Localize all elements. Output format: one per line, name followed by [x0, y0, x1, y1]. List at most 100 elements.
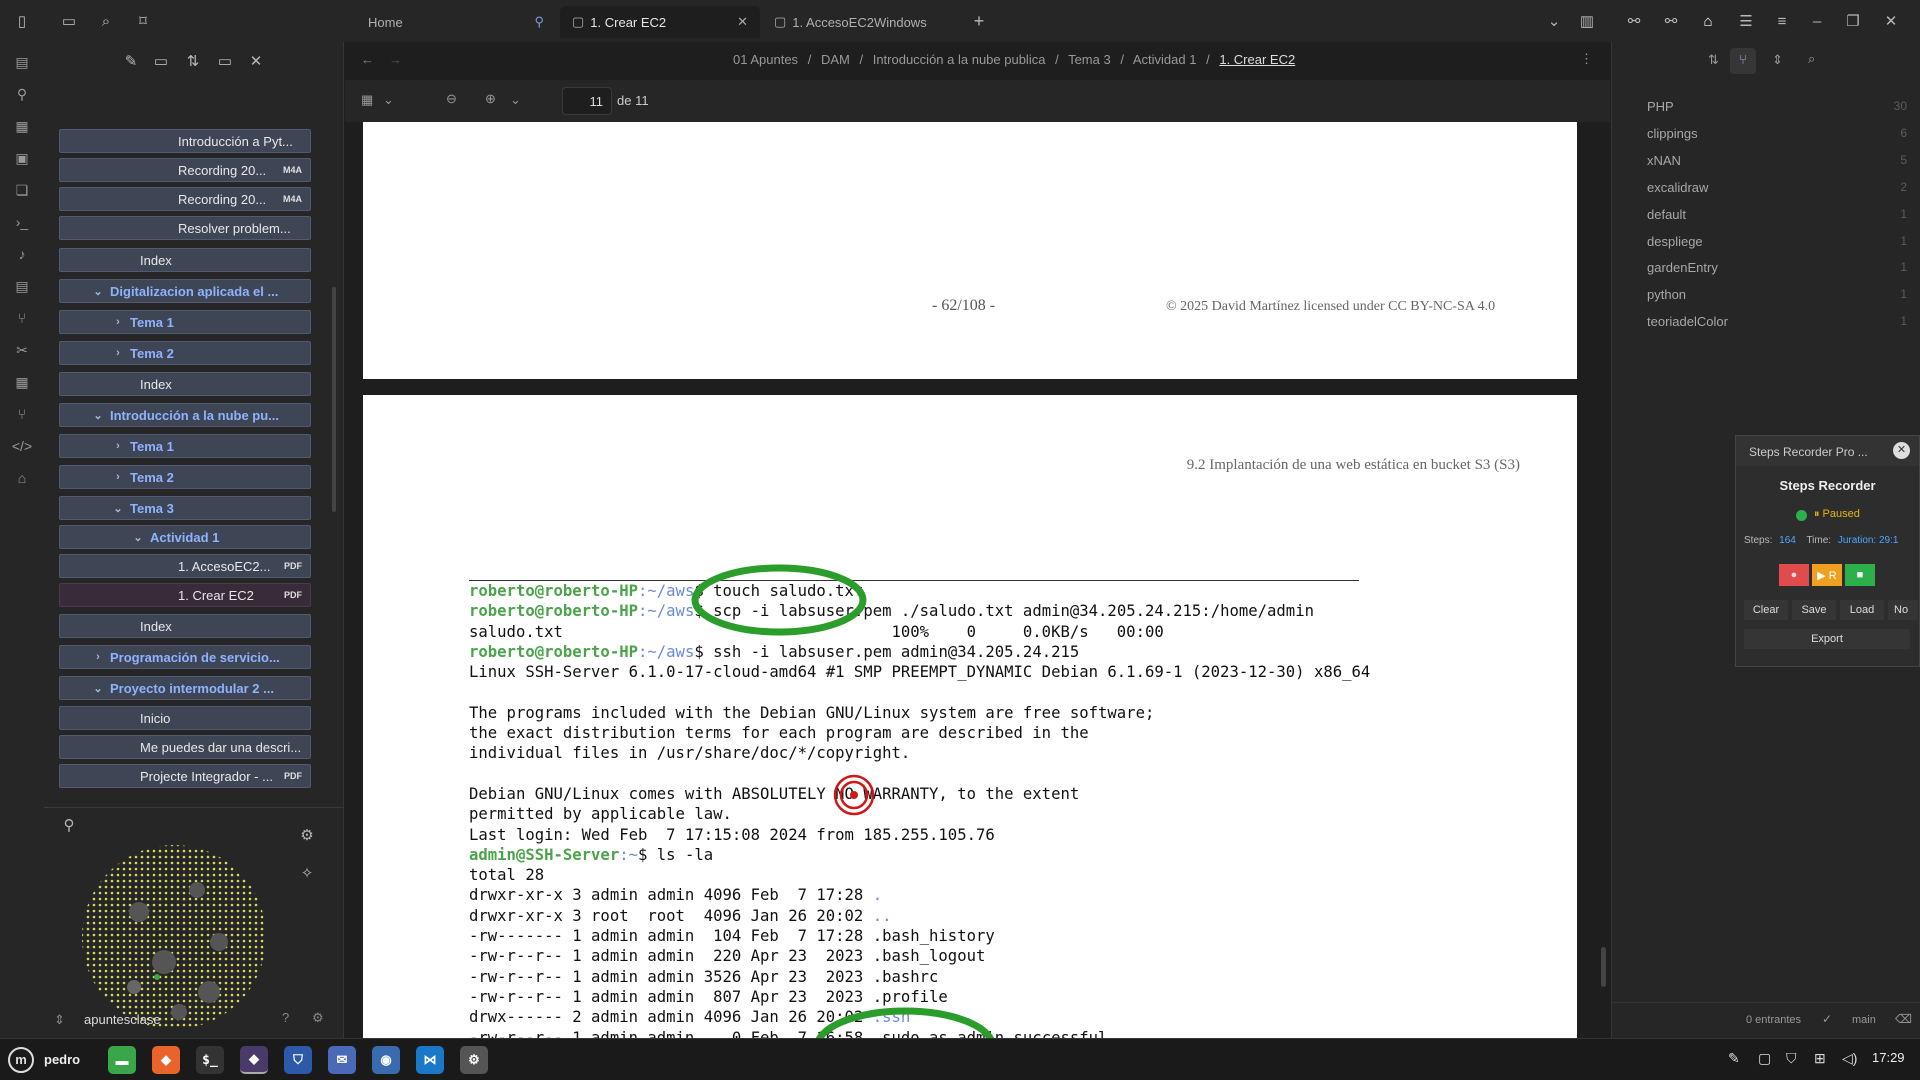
stop-button[interactable]: ■ [1845, 564, 1875, 586]
clock[interactable]: 17:29 [1872, 1050, 1905, 1065]
settings-icon[interactable]: ⚙ [312, 1010, 324, 1026]
table-icon[interactable]: ▦ [11, 371, 33, 393]
volume-icon[interactable]: ◁) [1842, 1050, 1857, 1067]
tag-item[interactable]: default 1 [1647, 207, 1907, 229]
folder-item[interactable]: › Tema 1 [59, 310, 311, 334]
scrollbar[interactable] [1601, 947, 1606, 987]
folder-item[interactable]: ⌄ Tema 3 [59, 496, 311, 520]
zoom-out-icon[interactable]: ⊖ [446, 91, 457, 107]
list-item[interactable]: Index [59, 614, 311, 638]
screenshot-app-icon[interactable]: ◉ [372, 1046, 400, 1074]
tab-acceso-ec2[interactable]: ▢ 1. AccesoEC2Windows [762, 6, 962, 38]
list-item[interactable]: Recording 20... M4A [59, 158, 311, 182]
mail-app-icon[interactable]: ✉ [328, 1046, 356, 1074]
tag-item[interactable]: teoriadelColor 1 [1647, 314, 1907, 336]
folder-item[interactable]: ⌄ Actividad 1 [59, 525, 311, 549]
clear-button[interactable]: Clear [1744, 600, 1788, 620]
pin-icon[interactable]: ⚲ [534, 14, 544, 30]
chevron-down-icon[interactable]: ⌄ [1543, 10, 1565, 32]
microphone-icon[interactable]: ♪ [11, 243, 33, 265]
files-icon[interactable]: ▤ [11, 51, 33, 73]
minimize-icon[interactable]: – [1806, 10, 1828, 32]
clipboard-icon[interactable]: ▢ [1758, 1050, 1771, 1067]
thumbnails-icon[interactable]: ▦ [361, 92, 373, 108]
brave-browser-icon[interactable]: ◆ [152, 1046, 180, 1074]
folder-item[interactable]: ⌄ Introducción a la nube pu... [59, 403, 311, 427]
maximize-icon[interactable]: ❐ [1842, 10, 1864, 32]
tag-item[interactable]: excalidraw 2 [1647, 180, 1907, 202]
breadcrumb-item[interactable]: DAM [821, 52, 850, 67]
new-note-icon[interactable]: ✎ [120, 50, 142, 72]
chevron-down-icon[interactable]: ⌄ [510, 92, 521, 108]
sort-icon[interactable]: ⇅ [182, 50, 204, 72]
graph-icon[interactable]: ⚲ [11, 83, 33, 105]
sidebar-toggle-icon[interactable]: ▯ [11, 10, 33, 32]
home-icon[interactable]: ⌂ [11, 467, 33, 489]
magic-wand-icon[interactable]: ✧ [296, 862, 318, 884]
back-arrow-icon[interactable]: ← [361, 52, 374, 67]
terminal-app-icon[interactable]: $_ [196, 1046, 224, 1074]
tab-crear-ec2[interactable]: ▢ 1. Crear EC2 ✕ [560, 6, 760, 38]
close-icon[interactable]: ✕ [1893, 442, 1910, 459]
breadcrumb-current[interactable]: 1. Crear EC2 [1219, 52, 1295, 67]
tag-item[interactable]: python 1 [1647, 287, 1907, 309]
tag-item[interactable]: PHP 30 [1647, 99, 1907, 121]
layout-icon[interactable]: ▤ [11, 275, 33, 297]
copy-icon[interactable]: ❏ [11, 179, 33, 201]
pen-icon[interactable]: ✎ [1728, 1050, 1740, 1067]
settings-icon[interactable]: ⚙ [296, 824, 318, 846]
list-item[interactable]: 1. AccesoEC2... PDF [59, 554, 311, 578]
git-branch[interactable]: main [1852, 1014, 1876, 1026]
tag-item[interactable]: xNAN 5 [1647, 153, 1907, 175]
folder-item[interactable]: ⌄ Proyecto intermodular 2 ... [59, 676, 311, 700]
expand-icon[interactable]: ⇕ [1772, 52, 1783, 68]
breadcrumb-item[interactable]: Tema 3 [1068, 52, 1111, 67]
new-tab-button[interactable]: + [968, 10, 990, 32]
split-view-icon[interactable]: ▥ [1576, 10, 1598, 32]
close-icon[interactable]: ✕ [737, 14, 748, 30]
new-folder-icon[interactable]: ▭ [150, 50, 172, 72]
outline-icon[interactable]: ≡ [1771, 10, 1793, 32]
tag-icon[interactable]: ⌂ [1697, 10, 1719, 32]
list-item[interactable]: Projecte Integrador - ... PDF [59, 764, 311, 788]
list-item[interactable]: Index [59, 372, 311, 396]
chevron-down-icon[interactable]: ⌄ [383, 92, 394, 108]
save-button[interactable]: Save [1792, 600, 1836, 620]
trash-icon[interactable]: ⌫ [1895, 1012, 1912, 1026]
close-icon[interactable]: ✕ [245, 50, 267, 72]
tools-icon[interactable]: ✂ [11, 339, 33, 361]
export-button[interactable]: Export [1744, 629, 1910, 649]
folder-item[interactable]: ⌄ Digitalizacion aplicada el ... [59, 279, 311, 303]
scrollbar[interactable] [332, 287, 336, 512]
zoom-in-icon[interactable]: ⊕ [485, 91, 496, 107]
forward-arrow-icon[interactable]: → [389, 52, 402, 67]
tree-view-icon[interactable]: ⑂ [1730, 48, 1756, 74]
breadcrumb-item[interactable]: Actividad 1 [1133, 52, 1197, 67]
list-item[interactable]: Me puedes dar una descri... [59, 735, 311, 759]
calendar-icon[interactable]: ▣ [11, 147, 33, 169]
folder-item[interactable]: › Tema 2 [59, 465, 311, 489]
record-button[interactable]: ● [1779, 564, 1809, 586]
no-button[interactable]: No [1888, 600, 1918, 620]
network-icon[interactable]: ⊞ [1814, 1050, 1826, 1067]
git-icon[interactable]: ⑂ [11, 307, 33, 329]
more-options-icon[interactable]: ⋮ [1580, 51, 1593, 67]
load-button[interactable]: Load [1840, 600, 1884, 620]
breadcrumb-item[interactable]: 01 Apuntes [733, 52, 798, 67]
tag-item[interactable]: gardenEntry 1 [1647, 260, 1907, 282]
grid-icon[interactable]: ▦ [11, 115, 33, 137]
tag-item[interactable]: clippings 6 [1647, 126, 1907, 148]
page-number-input[interactable]: 11 [562, 87, 612, 115]
backlink-icon[interactable]: ⚯ [1660, 10, 1682, 32]
terminal-icon[interactable]: ›_ [11, 211, 33, 233]
bitwarden-app-icon[interactable]: ⛉ [284, 1046, 312, 1074]
vault-switcher[interactable]: ⇕ apuntesclase ? ⚙ [44, 1002, 344, 1038]
link-icon[interactable]: ⚯ [1623, 10, 1645, 32]
list-item[interactable]: Recording 20... M4A [59, 187, 311, 211]
folder-item[interactable]: › Programación de servicio... [59, 645, 311, 669]
list-item[interactable]: Index [59, 248, 311, 272]
files-app-icon[interactable]: ▬ [108, 1046, 136, 1074]
shield-icon[interactable]: ⛉ [1786, 1050, 1797, 1067]
folder-icon[interactable]: ▭ [58, 10, 80, 32]
obsidian-app-icon[interactable]: ◆ [240, 1046, 268, 1074]
